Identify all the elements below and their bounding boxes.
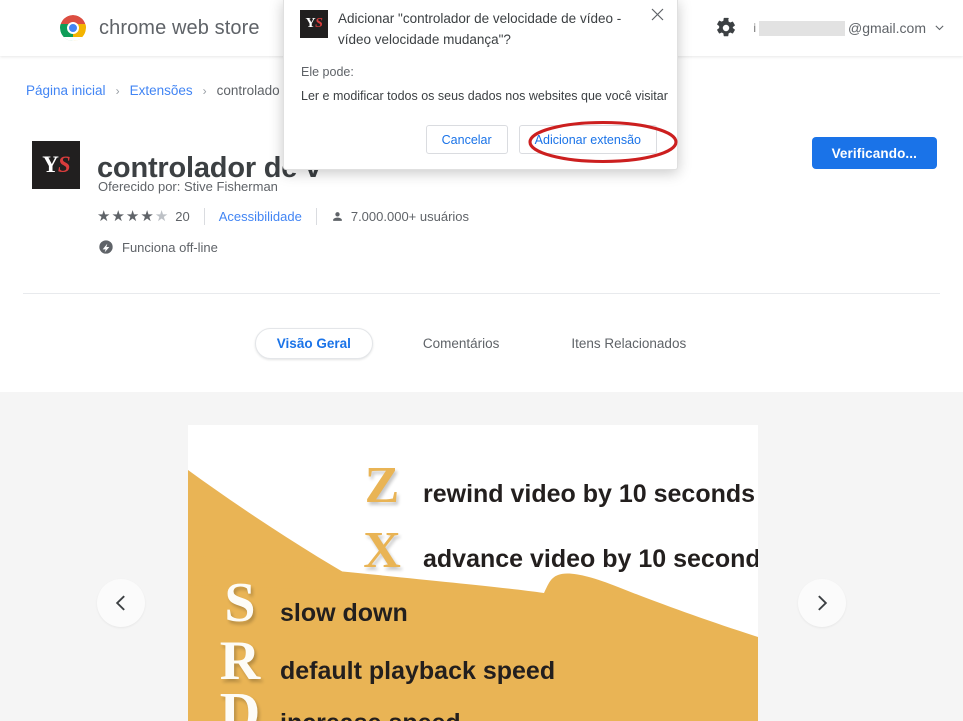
shortcut-label-z: rewind video by 10 seconds xyxy=(423,480,756,508)
breadcrumb-item-home[interactable]: Página inicial xyxy=(26,83,106,98)
shortcut-label-s: slow down xyxy=(280,599,408,627)
category-link[interactable]: Acessibilidade xyxy=(219,209,302,224)
tab-related[interactable]: Itens Relacionados xyxy=(549,328,708,359)
meta-divider xyxy=(203,208,205,225)
offline-badge-icon xyxy=(98,239,114,255)
tab-overview[interactable]: Visão Geral xyxy=(254,328,373,359)
rating-count: 20 xyxy=(175,209,190,224)
header-right-controls: i @gmail.com xyxy=(715,0,945,56)
breadcrumb-separator: › xyxy=(202,83,207,98)
close-icon[interactable] xyxy=(645,2,669,26)
person-icon xyxy=(331,210,344,223)
chevron-right-icon xyxy=(813,594,831,612)
chrome-logo-icon xyxy=(60,15,86,41)
rating-stars: ★ ★ ★ ★ ★ xyxy=(97,209,168,224)
meta-divider xyxy=(315,208,317,225)
add-extension-button[interactable]: Adicionar extensão xyxy=(518,125,657,154)
dialog-extension-icon: YS xyxy=(300,10,328,38)
chrome-web-store-page: chrome web store i @gmail.com Página ini… xyxy=(0,0,963,721)
offline-badge-label: Funciona off-line xyxy=(122,239,218,255)
cancel-button[interactable]: Cancelar xyxy=(425,125,508,154)
shortcut-label-x: advance video by 10 seconds xyxy=(423,545,758,573)
account-redaction xyxy=(758,20,845,36)
user-count-label: 7.000.000+ usuários xyxy=(350,209,470,224)
shortcut-key-x: X xyxy=(363,522,401,579)
shortcut-row-z: Z rewind video by 10 seconds xyxy=(356,460,755,512)
extension-icon-letter-y: Y xyxy=(42,152,59,177)
dialog-permission-item: Ler e modificar todos os seus dados nos … xyxy=(301,89,668,103)
brand-link[interactable]: chrome web store xyxy=(60,0,260,56)
shortcut-label-r: default playback speed xyxy=(280,657,556,685)
carousel-next-button[interactable] xyxy=(798,579,846,627)
shortcut-row-s: S slow down xyxy=(214,572,408,634)
dialog-title: Adicionar "controlador de velocidade de … xyxy=(338,11,622,47)
install-button[interactable]: Verificando... xyxy=(811,137,937,169)
star-icon-empty: ★ xyxy=(154,208,169,225)
shortcut-key-s: S xyxy=(224,572,256,634)
shortcut-key-r: R xyxy=(219,630,261,692)
gear-icon[interactable] xyxy=(715,17,737,39)
shortcut-row-x: X advance video by 10 seconds xyxy=(356,525,758,577)
install-confirmation-dialog: YS Adicionar "controlador de velocidade … xyxy=(283,0,678,170)
dialog-icon-letter-y: Y xyxy=(305,16,316,31)
shortcut-row-d: D increase speed xyxy=(214,685,461,721)
extension-author: Oferecido por: Stive Fisherman xyxy=(98,179,278,194)
dialog-permissions-heading: Ele pode: xyxy=(301,65,354,79)
promo-image[interactable]: Z rewind video by 10 seconds X advance v… xyxy=(188,425,758,721)
star-icon: ★ xyxy=(97,208,111,225)
section-divider xyxy=(23,293,940,294)
app-title: chrome web store xyxy=(99,16,260,39)
extension-meta-row: ★ ★ ★ ★ ★ 20 Acessibilidade 7.000.000+ u… xyxy=(97,208,469,225)
star-icon: ★ xyxy=(140,208,154,225)
shortcut-label-d: increase speed xyxy=(280,709,461,721)
breadcrumb-item-current: controlado xyxy=(216,83,280,98)
breadcrumb-separator: › xyxy=(115,83,120,98)
tab-reviews[interactable]: Comentários xyxy=(401,328,522,359)
shortcut-key-d: D xyxy=(219,682,261,721)
dialog-icon-letter-s: S xyxy=(315,16,323,31)
tab-bar: Visão Geral Comentários Itens Relacionad… xyxy=(0,328,963,359)
account-domain: @gmail.com xyxy=(847,20,926,36)
extension-icon-letter-s: S xyxy=(57,152,71,177)
shortcut-row-r: R default playback speed xyxy=(214,633,555,689)
extension-icon: YS xyxy=(32,141,80,189)
chevron-down-icon xyxy=(928,20,945,36)
user-count: 7.000.000+ usuários xyxy=(331,209,469,224)
breadcrumb-item-extensions[interactable]: Extensões xyxy=(130,83,193,98)
star-icon: ★ xyxy=(111,208,125,225)
dialog-actions: Cancelar Adicionar extensão xyxy=(425,125,657,154)
star-icon: ★ xyxy=(125,208,140,225)
chevron-left-icon xyxy=(112,594,130,612)
account-prefix: i xyxy=(753,21,756,35)
shortcut-key-z: Z xyxy=(364,457,400,514)
carousel-prev-button[interactable] xyxy=(97,579,145,627)
account-menu[interactable]: i @gmail.com xyxy=(753,20,945,36)
breadcrumb: Página inicial › Extensões › controlado xyxy=(26,83,280,98)
offline-badge: Funciona off-line xyxy=(98,239,218,255)
